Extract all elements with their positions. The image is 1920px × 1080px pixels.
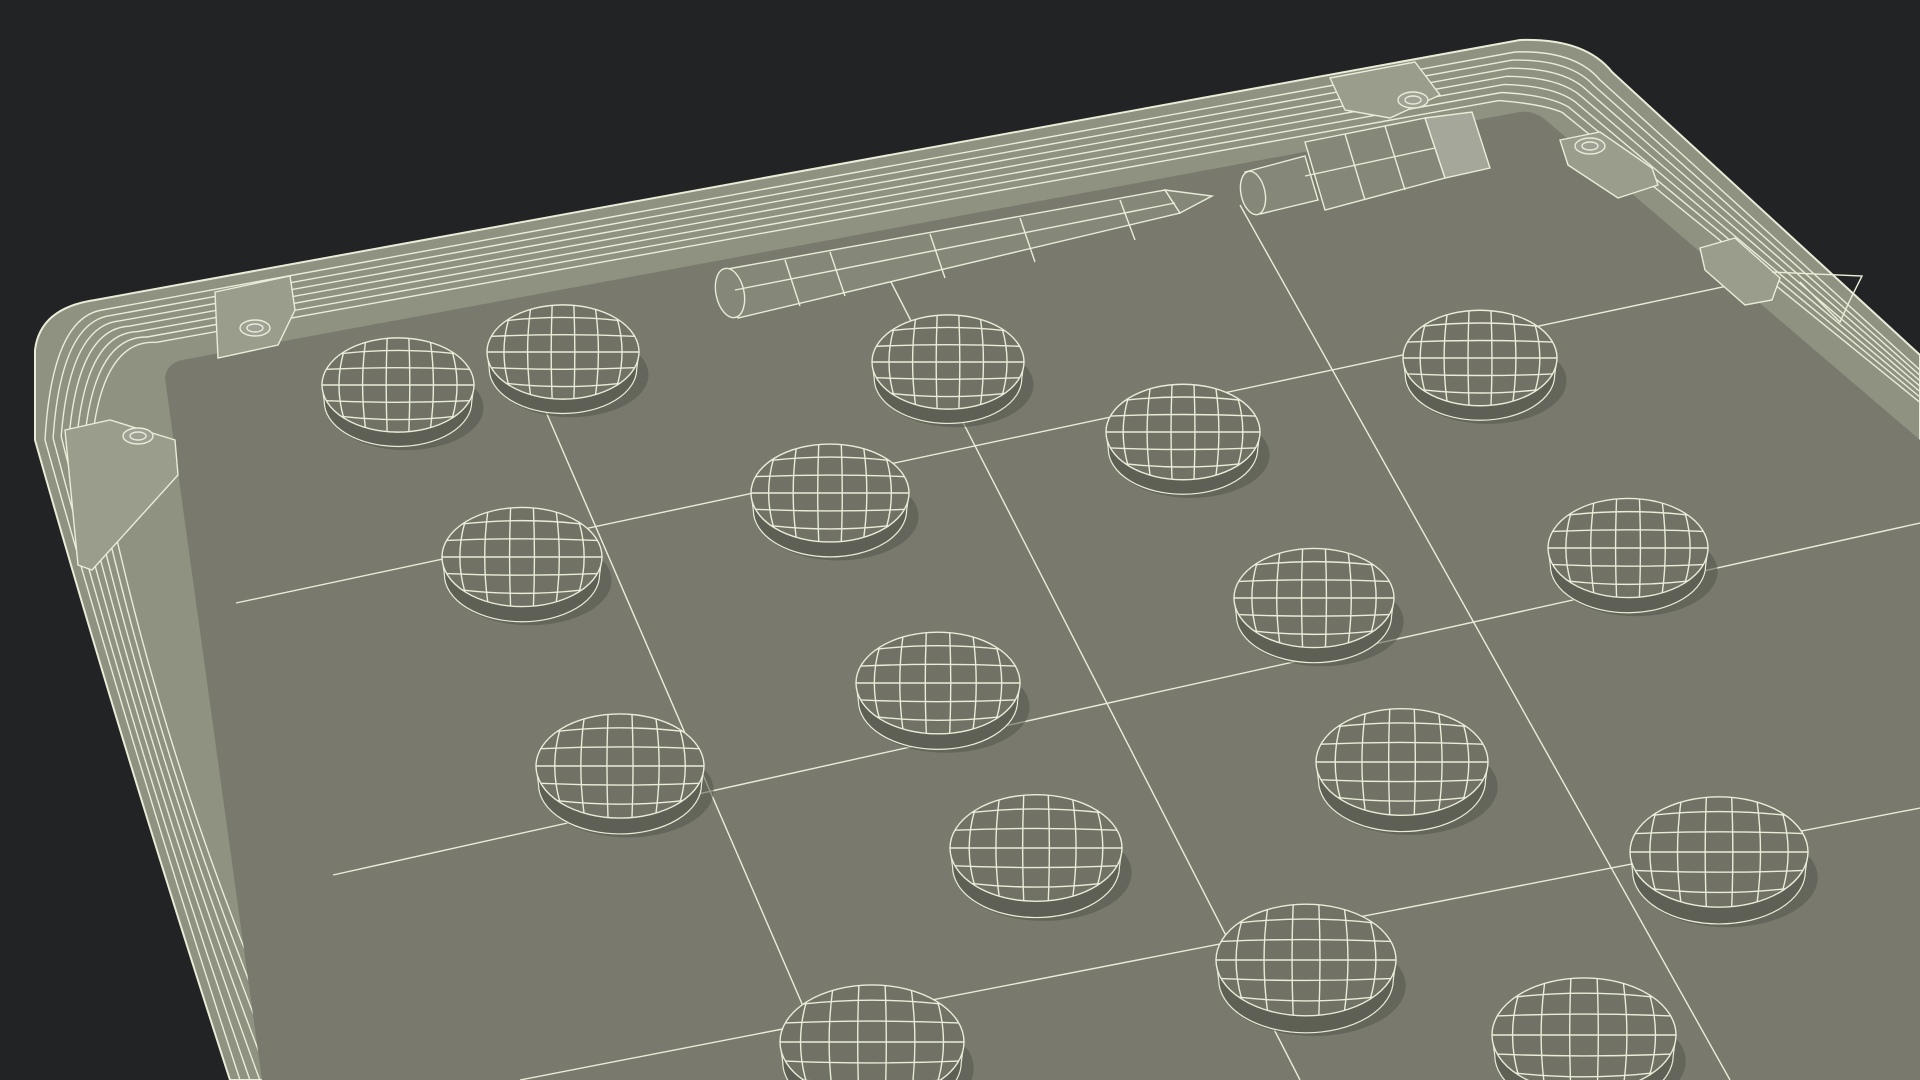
screw-icon [122,427,154,445]
screw-icon [1574,137,1606,155]
wireframe-whiteboard-scene [34,38,1920,1080]
screw-icon [1397,91,1429,109]
screw-icon [239,319,271,337]
